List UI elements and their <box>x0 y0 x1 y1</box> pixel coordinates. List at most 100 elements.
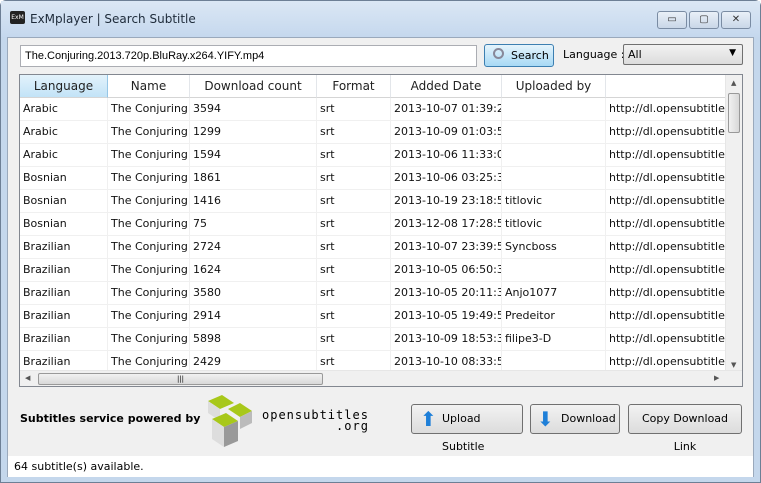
scroll-left-icon[interactable]: ◀ <box>25 374 30 382</box>
table-cell: The Conjuring <box>108 144 190 167</box>
table-cell: http://dl.opensubtitles <box>606 305 727 328</box>
scroll-up-icon[interactable]: ▲ <box>731 79 736 87</box>
table-row[interactable]: Brazilian The Conjuring 1624 srt 2013-10-05 … <box>20 259 727 282</box>
table-cell: 2013-10-09 01:03:56 <box>391 121 502 144</box>
table-cell: Brazilian <box>20 259 108 282</box>
table-cell: 1299 <box>190 121 317 144</box>
table-row[interactable]: Brazilian The Conjuring 5898 srt 2013-10-09 … <box>20 328 727 351</box>
table-cell <box>502 167 606 190</box>
table-cell: 2013-10-09 18:53:35 <box>391 328 502 351</box>
table-cell: srt <box>317 328 391 351</box>
app-icon: ExM <box>10 11 25 24</box>
table-cell: 1416 <box>190 190 317 213</box>
table-cell: http://dl.opensubtitles <box>606 328 727 351</box>
table-cell: http://dl.opensubtitles <box>606 167 727 190</box>
table-cell: Brazilian <box>20 328 108 351</box>
search-input[interactable] <box>20 45 477 67</box>
table-cell: Arabic <box>20 144 108 167</box>
table-cell: The Conjuring <box>108 305 190 328</box>
table-cell: srt <box>317 305 391 328</box>
horizontal-scrollbar[interactable]: ◀ ||| ▶ <box>20 370 742 386</box>
column-header[interactable]: Name <box>108 75 190 98</box>
table-cell: Arabic <box>20 121 108 144</box>
table-cell: http://dl.opensubtitles <box>606 144 727 167</box>
table-cell: 3580 <box>190 282 317 305</box>
table-cell: The Conjuring <box>108 98 190 121</box>
table-cell: http://dl.opensubtitles <box>606 213 727 236</box>
table-cell: srt <box>317 190 391 213</box>
table-row[interactable]: Brazilian The Conjuring 3580 srt 2013-10-05 … <box>20 282 727 305</box>
column-header[interactable]: Added Date <box>391 75 502 98</box>
table-cell: Predeitor <box>502 305 606 328</box>
table-cell: srt <box>317 121 391 144</box>
table-cell: The Conjuring <box>108 121 190 144</box>
table-row[interactable]: Arabic The Conjuring 1299 srt 2013-10-09 01:… <box>20 121 727 144</box>
language-select[interactable]: All ▼ <box>623 44 743 65</box>
table-row[interactable]: Brazilian The Conjuring 2724 srt 2013-10-07 … <box>20 236 727 259</box>
status-bar: 64 subtitle(s) available. <box>8 456 753 477</box>
search-button[interactable]: Search <box>484 44 554 67</box>
table-cell: 2013-10-07 01:39:28 <box>391 98 502 121</box>
search-button-label: Search <box>511 49 549 62</box>
minimize-button[interactable]: ▭ <box>657 11 687 29</box>
vertical-scroll-thumb[interactable] <box>728 93 740 133</box>
table-cell: 2013-10-07 23:39:59 <box>391 236 502 259</box>
column-header[interactable]: Language <box>20 75 108 98</box>
table-cell: srt <box>317 213 391 236</box>
table-cell: The Conjuring <box>108 213 190 236</box>
table-cell: 1594 <box>190 144 317 167</box>
table-row[interactable]: Bosnian The Conjuring 1861 srt 2013-10-06 03… <box>20 167 727 190</box>
column-header[interactable]: Download count <box>190 75 317 98</box>
window-title: ExMplayer | Search Subtitle <box>30 12 196 26</box>
table-cell: 2013-10-19 23:18:52 <box>391 190 502 213</box>
vertical-scrollbar[interactable]: ▲ ▼ <box>725 75 742 371</box>
table-row[interactable]: Arabic The Conjuring 3594 srt 2013-10-07 01:… <box>20 98 727 121</box>
table-cell: filipe3-D <box>502 328 606 351</box>
table-row[interactable]: Brazilian The Conjuring 2914 srt 2013-10-05 … <box>20 305 727 328</box>
table-cell: http://dl.opensubtitles <box>606 282 727 305</box>
language-label: Language : <box>563 48 625 61</box>
table-cell: Bosnian <box>20 190 108 213</box>
table-cell: 2013-10-05 06:50:30 <box>391 259 502 282</box>
table-cell: 2914 <box>190 305 317 328</box>
language-selected: All <box>628 48 642 61</box>
scroll-right-icon[interactable]: ▶ <box>714 374 719 382</box>
table-row[interactable]: Bosnian The Conjuring 75 srt 2013-12-08 17:2… <box>20 213 727 236</box>
table-cell: 2013-10-06 03:25:37 <box>391 167 502 190</box>
table-cell: srt <box>317 282 391 305</box>
table-cell: titlovic <box>502 190 606 213</box>
table-cell <box>502 144 606 167</box>
search-icon <box>493 48 504 59</box>
close-button[interactable]: ✕ <box>721 11 751 29</box>
maximize-button[interactable]: ▢ <box>689 11 719 29</box>
table-row[interactable]: Bosnian The Conjuring 1416 srt 2013-10-19 23… <box>20 190 727 213</box>
table-header: Language Name Download count Format Added Da… <box>20 75 727 98</box>
arrow-down-icon: ⬇ <box>537 407 554 431</box>
table-cell: http://dl.opensubtitles <box>606 236 727 259</box>
client-area: Search Language : All ▼ LanguageNameDownl… <box>7 37 754 477</box>
table-cell: 5898 <box>190 328 317 351</box>
opensubtitles-logo-text: opensubtitles .org <box>262 408 369 433</box>
table-cell: The Conjuring <box>108 167 190 190</box>
horizontal-scroll-thumb[interactable]: ||| <box>38 373 323 385</box>
table-cell: The Conjuring <box>108 259 190 282</box>
table-cell: Brazilian <box>20 305 108 328</box>
table-cell: The Conjuring <box>108 190 190 213</box>
table-cell: 3594 <box>190 98 317 121</box>
column-header[interactable]: Uploaded by <box>502 75 606 98</box>
table-cell: Bosnian <box>20 167 108 190</box>
copy-download-link-button[interactable]: Copy Download Link <box>628 404 742 453</box>
table-cell: srt <box>317 144 391 167</box>
table-cell: Bosnian <box>20 213 108 236</box>
table-cell: srt <box>317 259 391 282</box>
table-cell: 2013-12-08 17:28:58 <box>391 213 502 236</box>
scroll-down-icon[interactable]: ▼ <box>731 361 736 369</box>
table-cell <box>502 98 606 121</box>
column-header[interactable]: Format <box>317 75 391 98</box>
table-cell: 2013-10-05 19:49:54 <box>391 305 502 328</box>
upload-subtitle-button[interactable]: ⬆ Upload Subtitle <box>411 404 523 453</box>
table-row[interactable]: Arabic The Conjuring 1594 srt 2013-10-06 11:… <box>20 144 727 167</box>
download-button[interactable]: ⬇ Download <box>530 404 620 434</box>
table-cell: 2724 <box>190 236 317 259</box>
column-header[interactable] <box>606 75 727 98</box>
